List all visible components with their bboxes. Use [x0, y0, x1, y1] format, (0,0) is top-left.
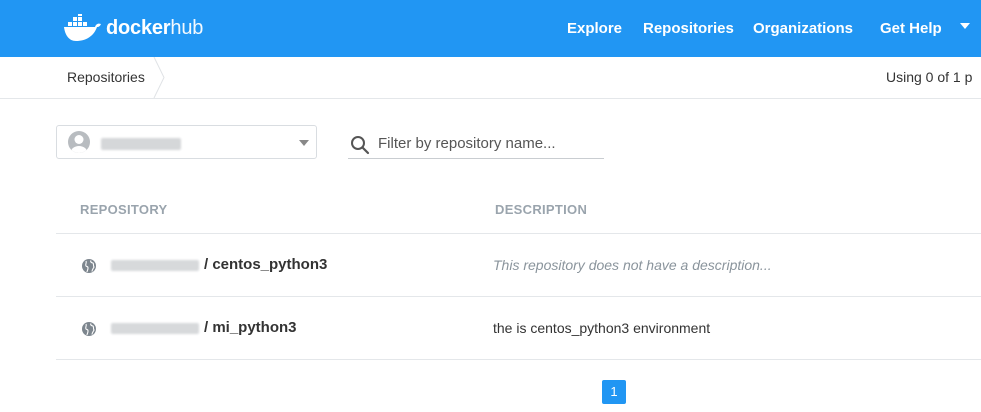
nav-organizations[interactable]: Organizations [753, 0, 853, 57]
docker-hub-logo[interactable]: dockerhub [64, 10, 203, 46]
repository-name[interactable]: / mi_python3 [204, 319, 297, 336]
search-input[interactable] [378, 128, 600, 158]
column-header-repository: REPOSITORY [80, 202, 168, 217]
breadcrumb-separator-icon [153, 57, 165, 98]
column-header-description: DESCRIPTION [495, 202, 588, 217]
repository-description: This repository does not have a descript… [493, 257, 772, 273]
repository-name[interactable]: / centos_python3 [204, 256, 327, 273]
docker-whale-icon [64, 14, 101, 41]
table-header: REPOSITORY DESCRIPTION [56, 186, 981, 234]
breadcrumb: Repositories Using 0 of 1 p [0, 57, 981, 99]
nav-repositories[interactable]: Repositories [643, 0, 734, 57]
chevron-down-icon[interactable] [960, 23, 970, 29]
nav-get-help[interactable]: Get Help [880, 0, 942, 57]
namespace-name-redacted [101, 138, 181, 150]
owner-name-redacted [111, 323, 199, 334]
chevron-down-icon [299, 140, 309, 146]
globe-icon [82, 259, 96, 273]
namespace-select[interactable] [56, 125, 317, 159]
repository-filter [348, 128, 604, 159]
repository-description: the is centos_python3 environment [493, 320, 711, 336]
table-row[interactable]: / mi_python3 the is centos_python3 envir… [56, 297, 981, 360]
logo-text: dockerhub [106, 16, 204, 39]
globe-icon [82, 322, 96, 336]
owner-name-redacted [111, 260, 199, 271]
private-repo-usage: Using 0 of 1 p [886, 69, 973, 85]
avatar-icon [68, 131, 90, 153]
table-row[interactable]: / centos_python3 This repository does no… [56, 234, 981, 297]
nav-explore[interactable]: Explore [567, 0, 622, 57]
pagination-page-1[interactable]: 1 [602, 380, 626, 404]
top-navigation-bar: dockerhub Explore Repositories Organizat… [0, 0, 981, 57]
search-icon [351, 136, 370, 155]
breadcrumb-repositories[interactable]: Repositories [67, 57, 145, 98]
